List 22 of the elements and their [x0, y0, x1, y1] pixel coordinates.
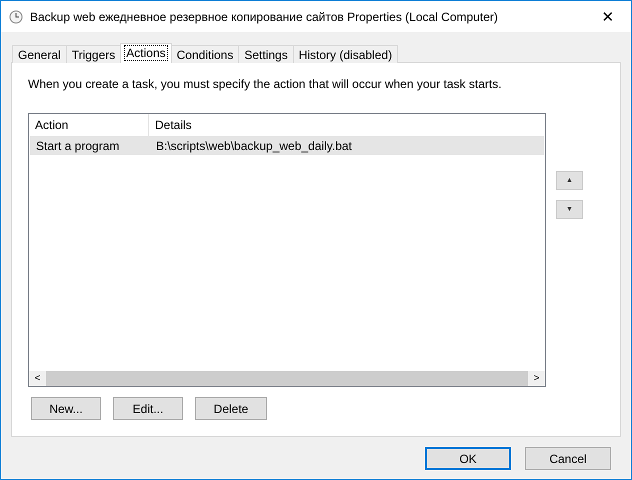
tab[interactable]: Settings: [238, 45, 294, 63]
horizontal-scrollbar[interactable]: < >: [29, 371, 545, 386]
scroll-left-icon[interactable]: <: [29, 371, 46, 386]
tab[interactable]: Conditions: [170, 45, 240, 63]
table-cell-text: Start a program: [35, 138, 120, 152]
close-icon[interactable]: ✕: [585, 8, 631, 26]
action-button[interactable]: Edit...: [113, 397, 183, 420]
tab[interactable]: History (disabled): [292, 45, 398, 63]
tab[interactable]: Triggers: [66, 45, 122, 63]
scroll-right-icon[interactable]: >: [528, 371, 545, 386]
column-header[interactable]: Details: [149, 114, 519, 136]
clock-icon: [9, 10, 23, 24]
action-button[interactable]: New...: [31, 397, 101, 420]
list-row[interactable]: Start a program B:\scripts\web\backup_web_daily.bat: [30, 136, 544, 155]
ok-button[interactable]: OK: [425, 447, 511, 470]
tab[interactable]: General: [12, 45, 67, 63]
tab[interactable]: Actions: [120, 43, 172, 63]
window-title: Backup web ежедневное резервное копирование сайтов Properties (Local Computer): [30, 10, 499, 24]
cancel-button[interactable]: Cancel: [525, 447, 611, 470]
description-text: When you create a task, you must specify the action that will occur when your task starts.: [28, 77, 503, 91]
action-button[interactable]: Delete: [195, 397, 267, 420]
table-cell-text: B:\scripts\web\backup_web_daily.bat: [155, 138, 353, 152]
